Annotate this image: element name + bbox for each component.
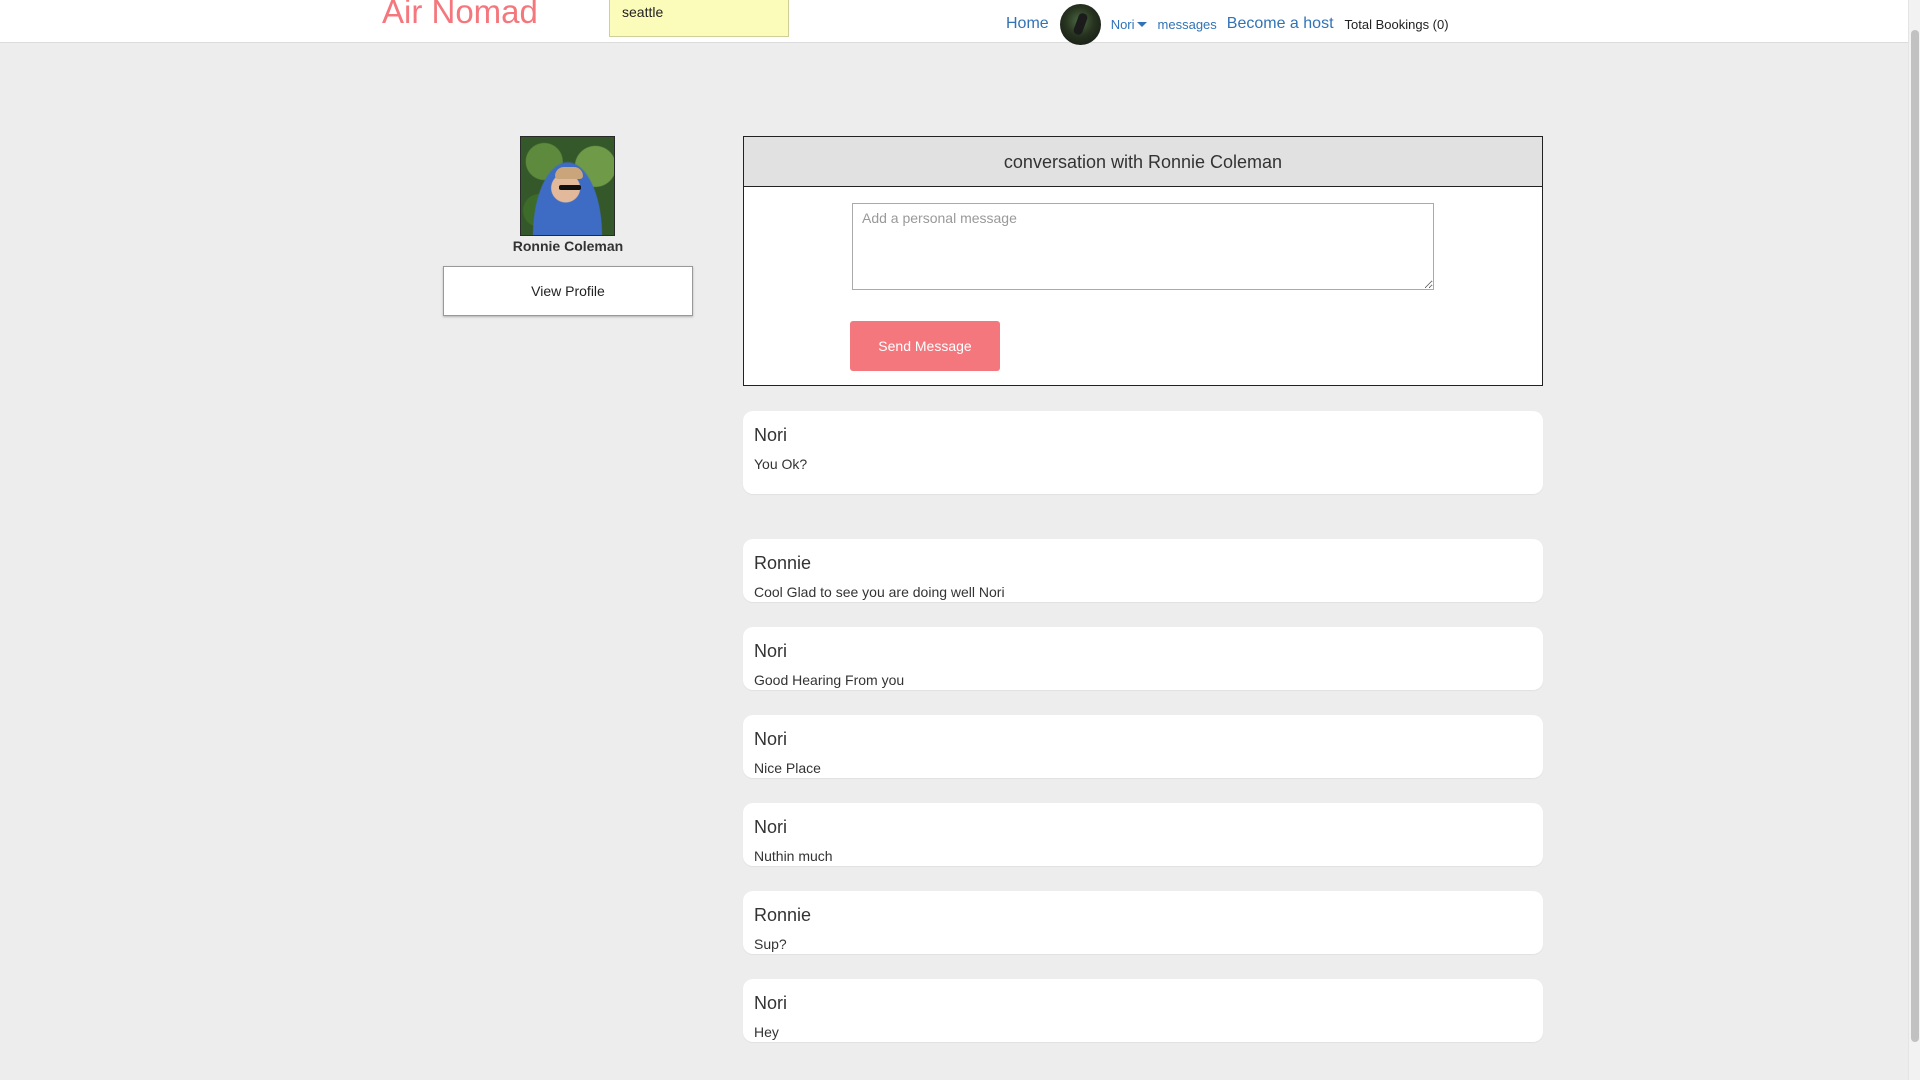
- message-text: Sup?: [754, 936, 787, 952]
- message-sender: Nori: [754, 993, 788, 1013]
- message-text: You Ok?: [754, 456, 808, 472]
- user-name-label: Nori: [1110, 16, 1135, 32]
- user-dropdown[interactable]: Nori: [1111, 17, 1147, 32]
- message-sender: Ronnie: [754, 905, 812, 925]
- message-sender: Ronnie: [754, 553, 812, 573]
- conversation-title: conversation with Ronnie Coleman: [744, 137, 1542, 187]
- view-profile-button[interactable]: View Profile: [443, 266, 693, 316]
- caret-down-icon: [1136, 21, 1147, 27]
- nav-become-host-link[interactable]: Become a host: [1227, 15, 1334, 33]
- message-text: Nice Place: [754, 760, 821, 776]
- scrollbar[interactable]: [1908, 0, 1920, 1080]
- message-card: Nori Good Hearing From you: [743, 627, 1543, 690]
- search-input[interactable]: [610, 0, 788, 36]
- conversation-panel: conversation with Ronnie Coleman Send Me…: [743, 136, 1543, 386]
- user-avatar-icon[interactable]: [1059, 3, 1101, 45]
- send-message-button[interactable]: Send Message: [850, 321, 1000, 371]
- message-text: Hey: [754, 1024, 779, 1040]
- nav-home-link[interactable]: Home: [1006, 15, 1049, 33]
- message-text: Good Hearing From you: [754, 672, 905, 688]
- photo-sunglasses: [559, 185, 581, 190]
- total-bookings-label[interactable]: Total Bookings (0): [1345, 17, 1449, 32]
- message-input[interactable]: [852, 203, 1434, 290]
- message-sender: Nori: [754, 729, 788, 749]
- message-sender: Nori: [754, 425, 788, 445]
- message-card: Nori Hey: [743, 979, 1543, 1042]
- message-card: Nori Nuthin much: [743, 803, 1543, 866]
- brand-logo[interactable]: Air Nomad: [382, 0, 538, 32]
- message-text: Cool Glad to see you are doing well Nori: [754, 584, 1005, 600]
- scrollbar-thumb[interactable]: [1911, 30, 1919, 1042]
- nav-messages-link[interactable]: messages: [1158, 17, 1217, 32]
- nav-menu: Home Nori messages Become a host Total B…: [1006, 3, 1449, 45]
- message-card: Ronnie Sup?: [743, 891, 1543, 954]
- message-card: Ronnie Cool Glad to see you are doing we…: [743, 539, 1543, 602]
- message-card: Nori You Ok?: [743, 411, 1543, 494]
- message-card: Nori Nice Place: [743, 715, 1543, 778]
- navbar: Air Nomad Home Nori messages Become a ho…: [0, 0, 1908, 45]
- search-box: [609, 0, 789, 37]
- message-sender: Nori: [754, 641, 788, 661]
- profile-name: Ronnie Coleman: [512, 238, 624, 254]
- profile-photo: [520, 136, 615, 236]
- message-text: Nuthin much: [754, 848, 833, 864]
- photo-hair: [555, 167, 583, 179]
- message-sender: Nori: [754, 817, 788, 837]
